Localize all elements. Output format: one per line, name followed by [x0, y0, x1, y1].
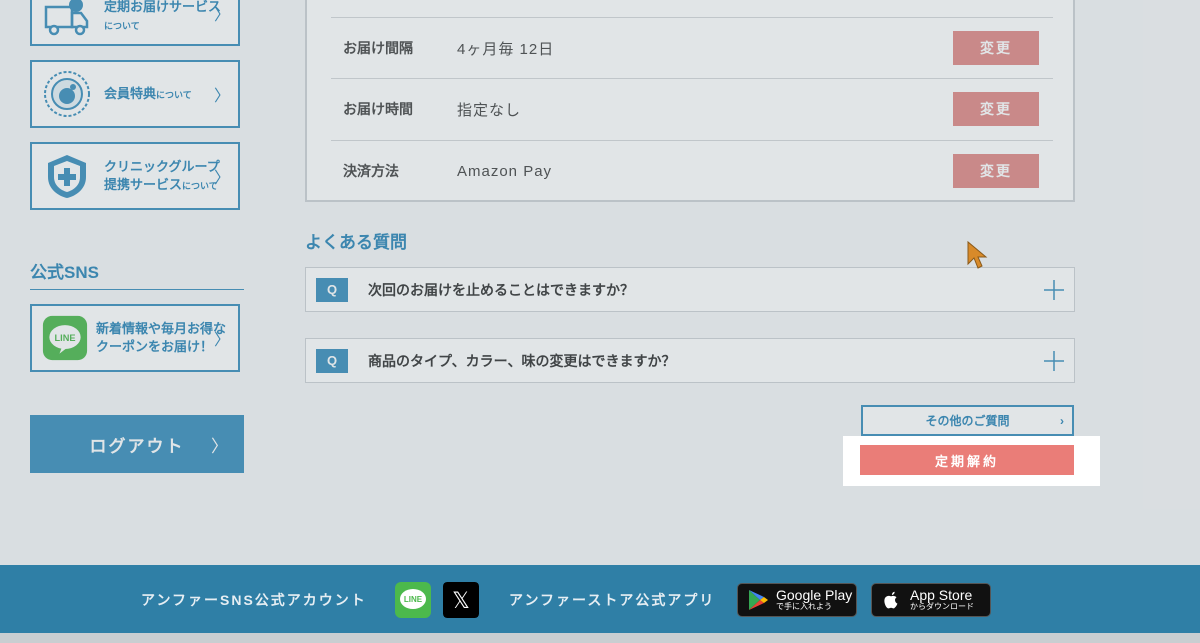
footer-sns-label: アンファーSNS公式アカウント — [141, 592, 367, 608]
clinic-partner-suffix: について — [182, 180, 218, 191]
member-benefits-title: 会員特典 — [104, 85, 157, 101]
cancel-spotlight: 定期解約 — [843, 436, 1100, 486]
logout-label: ログアウト — [89, 436, 185, 456]
apple-icon — [884, 591, 898, 609]
subscription-service-suffix: について — [104, 20, 140, 31]
q-badge: Q — [316, 348, 348, 373]
subscription-info-box: お届け間隔 4ヶ月毎 12日 変更 お届け時間 指定なし 変更 決済方法 Ama… — [305, 0, 1075, 202]
q-badge: Q — [316, 277, 348, 302]
x-icon-text: 𝕏 — [452, 589, 470, 614]
logout-button[interactable]: ログアウト 〉 — [30, 415, 244, 473]
chevron-right-icon: › — [1060, 413, 1064, 428]
member-benefits-suffix: について — [156, 89, 192, 100]
shield-cross-icon — [48, 155, 86, 198]
line-friend-card[interactable]: LINE 新着情報や毎月お得な クーポンをお届け！ 〉 — [30, 304, 240, 372]
chevron-right-icon: 〉 — [213, 7, 230, 24]
subscription-service-card[interactable]: 定期お届けサービス について 〉 — [30, 0, 240, 46]
mouse-cursor-icon — [967, 240, 988, 269]
plus-icon[interactable] — [1042, 278, 1066, 302]
member-badge-icon — [44, 71, 90, 117]
cancel-subscription-button[interactable]: 定期解約 — [860, 445, 1074, 475]
member-benefits-text: 会員特典について — [104, 85, 192, 104]
line-card-line1: 新着情報や毎月お得な — [96, 321, 227, 336]
other-questions-label: その他のご質問 — [925, 414, 1010, 428]
info-row-payment: 決済方法 Amazon Pay 変更 — [331, 140, 1053, 201]
clinic-partner-text: クリニックグループ 提携サービスについて — [104, 158, 220, 195]
footer-bottom-strip — [0, 633, 1200, 643]
other-questions-button[interactable]: その他のご質問 › — [861, 405, 1074, 436]
app-store-badge[interactable]: App Store からダウンロード — [871, 583, 991, 617]
change-interval-button[interactable]: 変更 — [953, 31, 1039, 65]
clinic-partner-title-line1: クリニックグループ — [104, 158, 220, 174]
clinic-partner-title-line2: 提携サービス — [104, 176, 183, 192]
chevron-right-icon: 〉 — [213, 170, 230, 187]
clinic-partner-card[interactable]: クリニックグループ 提携サービスについて 〉 — [30, 142, 240, 210]
google-play-subtitle: で手に入れよう — [776, 602, 832, 611]
x-icon[interactable]: 𝕏 — [443, 582, 479, 618]
footer-app-label: アンファーストア公式アプリ — [509, 592, 716, 608]
faq-item[interactable]: Q 商品のタイプ、カラー、味の変更はできますか？ — [305, 338, 1075, 383]
line-icon: LINE — [42, 315, 88, 361]
app-store-subtitle: からダウンロード — [910, 602, 974, 611]
change-time-button[interactable]: 変更 — [953, 92, 1039, 126]
info-row-interval: お届け間隔 4ヶ月毎 12日 変更 — [331, 17, 1053, 78]
chevron-right-icon: 〉 — [213, 332, 230, 349]
info-row-value: 4ヶ月毎 12日 — [457, 40, 555, 58]
app-store-title: App Store — [910, 587, 973, 603]
info-row-value: 指定なし — [457, 101, 522, 119]
line-card-text: 新着情報や毎月お得な クーポンをお届け！ — [96, 320, 226, 356]
chevron-right-icon: 〉 — [213, 88, 230, 105]
info-row-label: 決済方法 — [343, 163, 399, 179]
faq-question: 次回のお届けを止めることはできますか？ — [368, 281, 634, 298]
info-row-label: お届け時間 — [343, 101, 413, 117]
subscription-service-title: 定期お届けサービス — [104, 0, 222, 14]
sns-section-title: 公式SNS — [30, 258, 244, 290]
google-play-icon — [749, 590, 768, 610]
google-play-title: Google Play — [776, 587, 853, 603]
line-card-line2: クーポンをお届け！ — [96, 339, 214, 354]
footer: アンファーSNS公式アカウント LINE 𝕏 アンファーストア公式アプリ Goo… — [0, 565, 1200, 633]
faq-item[interactable]: Q 次回のお届けを止めることはできますか？ — [305, 267, 1075, 312]
google-play-badge[interactable]: Google Play で手に入れよう — [737, 583, 857, 617]
info-row-label: お届け間隔 — [343, 40, 413, 56]
plus-icon[interactable] — [1042, 349, 1066, 373]
line-icon[interactable]: LINE — [395, 582, 431, 618]
change-payment-button[interactable]: 変更 — [953, 154, 1039, 188]
faq-question: 商品のタイプ、カラー、味の変更はできますか？ — [368, 352, 676, 369]
info-row-time: お届け時間 指定なし 変更 — [331, 78, 1053, 139]
line-icon-text: LINE — [55, 333, 76, 343]
chevron-right-icon: 〉 — [211, 436, 230, 456]
faq-title: よくある質問 — [305, 233, 407, 252]
member-benefits-card[interactable]: 会員特典について 〉 — [30, 60, 240, 128]
subscription-service-text: 定期お届けサービス について — [104, 0, 221, 35]
info-row-value: Amazon Pay — [457, 162, 553, 180]
line-icon-text: LINE — [404, 595, 423, 604]
delivery-truck-icon — [44, 0, 89, 36]
